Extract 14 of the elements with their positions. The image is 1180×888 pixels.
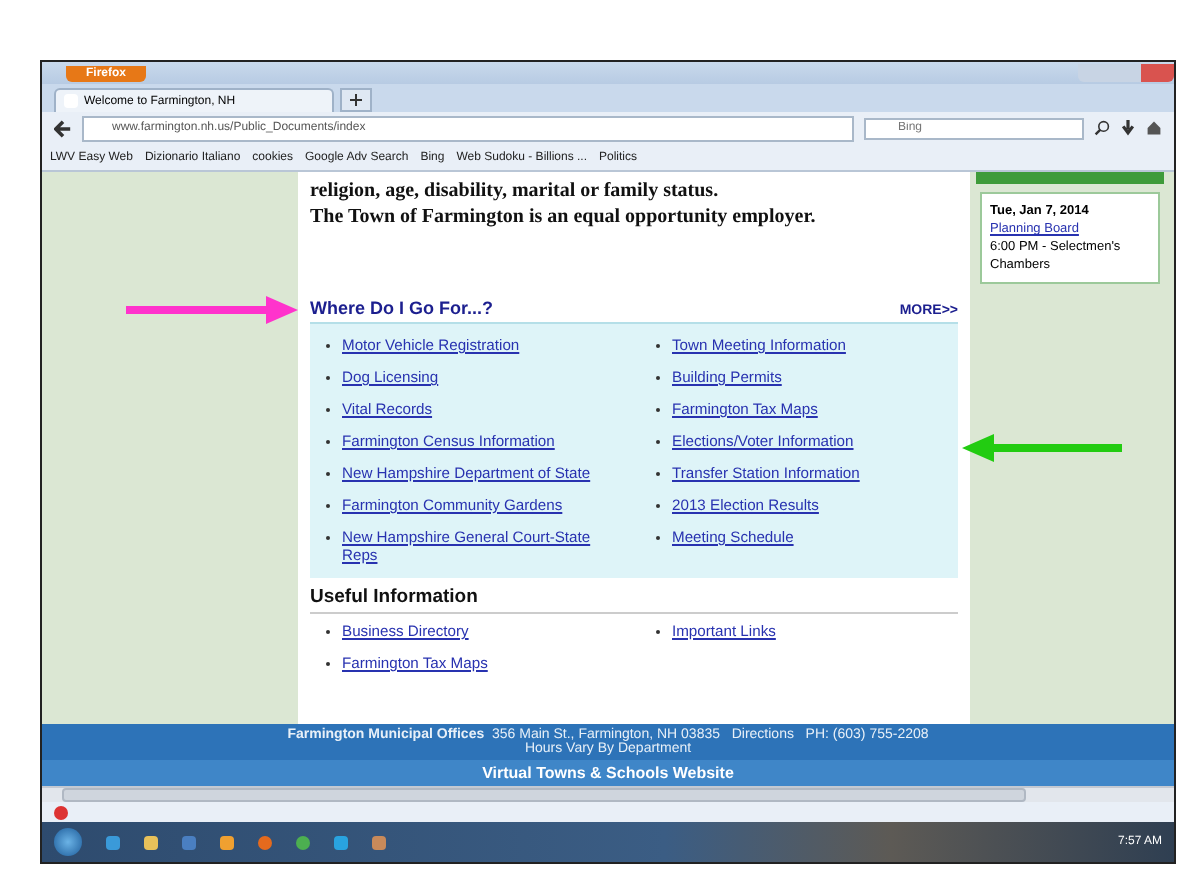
download-icon[interactable]	[1120, 120, 1136, 136]
section-heading: Where Do I Go For...?	[310, 298, 494, 318]
notice-text: religion, age, disability, marital or family status.	[310, 178, 721, 204]
plus-icon	[350, 94, 362, 106]
search-icon[interactable]	[1094, 120, 1110, 136]
section-heading: Useful Information	[310, 586, 958, 614]
start-button[interactable]	[54, 828, 82, 856]
new-tab-button[interactable]	[340, 88, 372, 112]
notice-text: The Town of Farmington is an equal opportunity employer.	[310, 204, 818, 230]
addon-icon	[54, 805, 68, 819]
horizontal-scrollbar[interactable]	[42, 786, 1174, 802]
home-icon[interactable]	[1146, 120, 1162, 136]
website-link[interactable]: Virtual Towns & Schools Website	[42, 760, 1174, 786]
back-icon[interactable]	[54, 119, 72, 137]
